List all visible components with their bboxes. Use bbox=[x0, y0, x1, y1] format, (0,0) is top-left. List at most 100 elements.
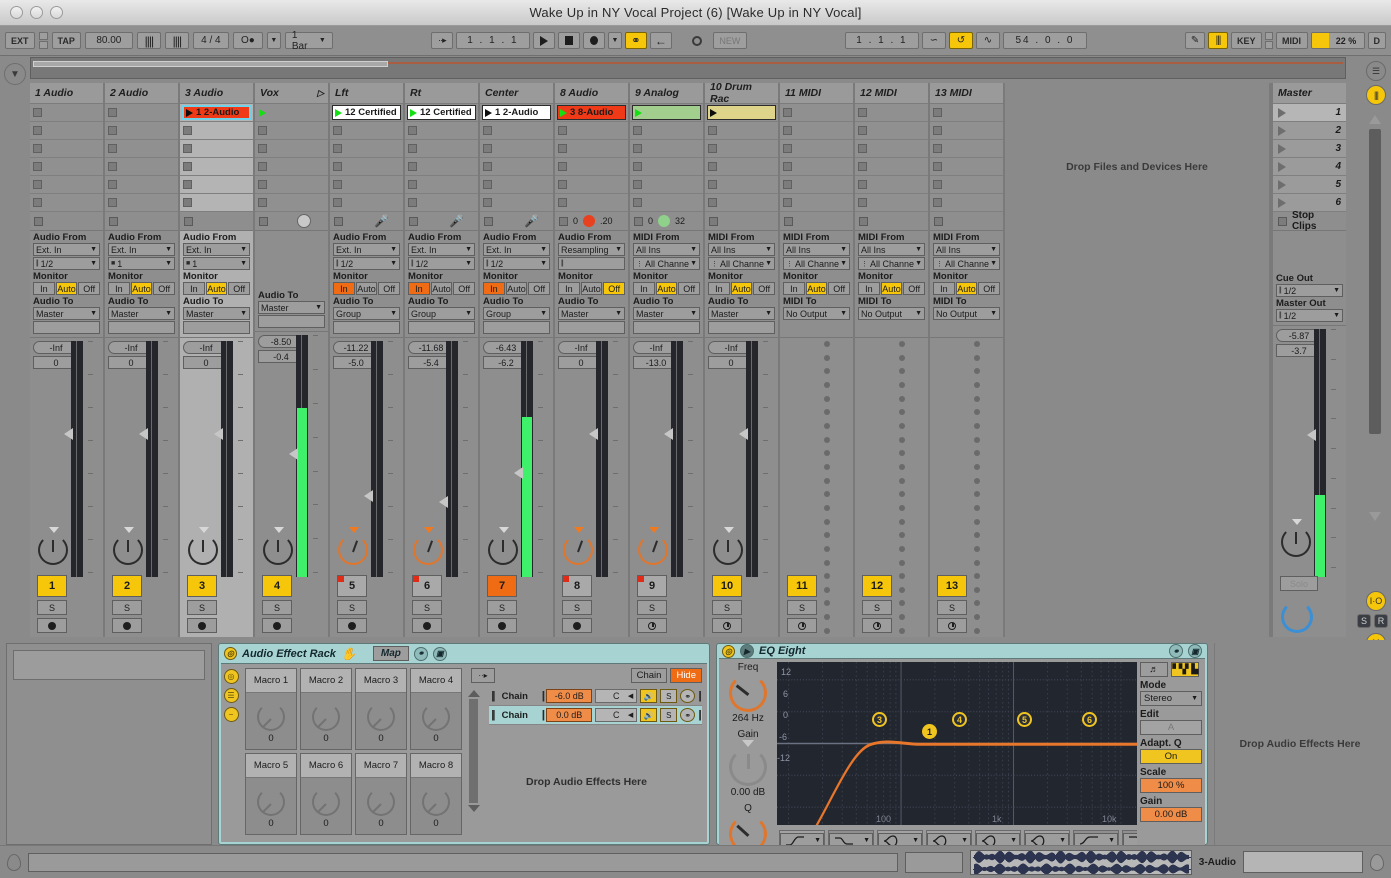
input-source-select[interactable]: Ext. In ▼ bbox=[33, 243, 100, 256]
clip-slot[interactable] bbox=[630, 122, 703, 140]
clip-stop-button[interactable] bbox=[108, 198, 117, 207]
clip-slot[interactable] bbox=[255, 176, 328, 194]
session-record-button[interactable]: ⚭ bbox=[625, 32, 647, 49]
track-mixer-8[interactable]: -Inf 0 8 S bbox=[555, 338, 628, 637]
monitor-buttons[interactable]: In Auto Off bbox=[783, 282, 850, 295]
eq-node-1[interactable]: 1 bbox=[922, 724, 937, 739]
macro-control-6[interactable]: Macro 6 0 bbox=[300, 753, 352, 835]
track-stop-button[interactable] bbox=[334, 217, 343, 226]
monitor-auto-button[interactable]: Auto bbox=[881, 282, 903, 295]
monitor-in-button[interactable]: In bbox=[558, 282, 580, 295]
clip-stop-button[interactable] bbox=[633, 162, 642, 171]
clip-slot[interactable] bbox=[480, 122, 553, 140]
monitor-auto-button[interactable]: Auto bbox=[581, 282, 603, 295]
clip-stop-button[interactable] bbox=[108, 108, 117, 117]
chain-solo-button[interactable]: S bbox=[660, 708, 677, 722]
loop-group[interactable]: 1 . 1 . 1 ∽ ↺ ∿ 54 . 0 . 0 bbox=[845, 32, 1087, 49]
clip-stop-button[interactable] bbox=[933, 180, 942, 189]
rack-save-icon[interactable]: ▣ bbox=[433, 647, 447, 661]
track-mixer-13[interactable]: 13 S bbox=[930, 338, 1003, 637]
monitor-auto-button[interactable]: Auto bbox=[56, 282, 78, 295]
macro-control-4[interactable]: Macro 4 0 bbox=[410, 668, 462, 750]
track-9[interactable]: 9 Analog 0 32MIDI From All Ins ▼ ⋮ bbox=[630, 83, 705, 637]
track-activator-button[interactable]: 5 bbox=[337, 575, 367, 597]
output-channel-select[interactable] bbox=[183, 321, 250, 334]
macro-control-8[interactable]: Macro 8 0 bbox=[410, 753, 462, 835]
clip-slot[interactable] bbox=[105, 122, 178, 140]
clip-slot[interactable] bbox=[255, 104, 328, 122]
clip-slot[interactable] bbox=[105, 158, 178, 176]
clip-stop-button[interactable] bbox=[183, 198, 192, 207]
solo-button[interactable]: S bbox=[787, 600, 817, 615]
clip-stop-button[interactable] bbox=[33, 126, 42, 135]
loop-length-field[interactable]: 54 . 0 . 0 bbox=[1003, 32, 1087, 49]
arm-button[interactable] bbox=[262, 618, 292, 633]
draw-mode-icon[interactable]: ✎ bbox=[1185, 32, 1205, 49]
monitor-in-button[interactable]: In bbox=[633, 282, 655, 295]
clip-stop-button[interactable] bbox=[558, 198, 567, 207]
input-channel-select[interactable]: ⋮ All Channe ▼ bbox=[708, 257, 775, 270]
clip-slot[interactable] bbox=[930, 140, 1003, 158]
input-channel-select[interactable]: ⋮ All Channe ▼ bbox=[783, 257, 850, 270]
loop-start-field[interactable]: 1 . 1 . 1 bbox=[845, 32, 919, 49]
hide-chains-button[interactable]: Hide bbox=[670, 668, 702, 683]
input-channel-select[interactable]: || 1/2 ▼ bbox=[333, 257, 400, 270]
arm-button[interactable] bbox=[187, 618, 217, 633]
eq-analyzer-icon[interactable]: ▘▚▘▙ bbox=[1171, 662, 1199, 677]
overview-selection[interactable] bbox=[33, 61, 388, 67]
time-signature-field[interactable]: 4 / 4 bbox=[193, 32, 229, 49]
output-channel-select[interactable] bbox=[333, 321, 400, 334]
tap-tempo-button[interactable]: TAP bbox=[52, 32, 81, 49]
clip-stop-button[interactable] bbox=[258, 198, 267, 207]
volume-fader[interactable] bbox=[439, 496, 448, 508]
input-channel-select[interactable]: || 1/2 ▼ bbox=[33, 257, 100, 270]
track-activator-button[interactable]: 11 bbox=[787, 575, 817, 597]
track-6[interactable]: Rt 12 Certified 🎤Audio From Ext. In ▼ ||… bbox=[405, 83, 480, 637]
clip-slot[interactable] bbox=[30, 140, 103, 158]
clip-stop-button[interactable] bbox=[33, 180, 42, 189]
track-io-10[interactable]: MIDI From All Ins ▼ ⋮ All Channe ▼ Monit… bbox=[705, 231, 778, 338]
record-quant-chevron-icon[interactable]: ▼ bbox=[267, 32, 281, 49]
monitor-off-button[interactable]: Off bbox=[903, 282, 925, 295]
monitor-auto-button[interactable]: Auto bbox=[206, 282, 228, 295]
solo-button[interactable]: S bbox=[937, 600, 967, 615]
eq-audition-icon[interactable]: ♬ bbox=[1140, 662, 1168, 677]
clip-stop-button[interactable] bbox=[258, 180, 267, 189]
eq-save-icon[interactable]: ▣ bbox=[1188, 644, 1202, 658]
clip-stop-button[interactable] bbox=[933, 126, 942, 135]
monitor-off-button[interactable]: Off bbox=[678, 282, 700, 295]
track-activator-button[interactable]: 10 bbox=[712, 575, 742, 597]
output-select[interactable]: No Output ▼ bbox=[858, 307, 925, 320]
monitor-buttons[interactable]: In Auto Off bbox=[558, 282, 625, 295]
track-title-11[interactable]: 11 MIDI bbox=[780, 83, 853, 104]
metronome-volume[interactable]: |||| bbox=[165, 32, 189, 49]
track-stop-button[interactable] bbox=[259, 217, 268, 226]
track-io-1[interactable]: Audio From Ext. In ▼ || 1/2 ▼ Monitor In… bbox=[30, 231, 103, 338]
stop-clips-row[interactable]: Stop Clips bbox=[1273, 212, 1346, 231]
clip-stop-button[interactable] bbox=[33, 108, 42, 117]
output-channel-select[interactable] bbox=[708, 321, 775, 334]
master-mixer[interactable]: -5.87 -3.7 Solo bbox=[1273, 326, 1346, 637]
clip-slot[interactable] bbox=[930, 122, 1003, 140]
track-title-9[interactable]: 9 Analog bbox=[630, 83, 703, 104]
clip-slot[interactable] bbox=[480, 194, 553, 212]
punch-out-icon[interactable]: ∿ bbox=[976, 32, 1000, 49]
clip-slot[interactable] bbox=[480, 158, 553, 176]
chain-solo-button[interactable]: S bbox=[660, 689, 677, 703]
clip-stop-button[interactable] bbox=[108, 180, 117, 189]
eq-node-3[interactable]: 3 bbox=[872, 712, 887, 727]
pan-knob-wrap[interactable] bbox=[38, 535, 68, 565]
track-stop-row[interactable] bbox=[180, 212, 253, 231]
solo-button[interactable]: S bbox=[562, 600, 592, 615]
record-mode-chevron-icon[interactable]: ▼ bbox=[608, 32, 622, 49]
macro-knob[interactable] bbox=[367, 788, 395, 816]
clip-stop-button[interactable] bbox=[558, 126, 567, 135]
cue-volume-knob[interactable] bbox=[1281, 601, 1313, 633]
clip-slot[interactable] bbox=[180, 122, 253, 140]
device-drop-area[interactable]: Drop Audio Effects Here bbox=[1214, 643, 1385, 845]
chain-activator-icon[interactable]: 🔊 bbox=[640, 708, 657, 722]
scene-row[interactable]: 4 bbox=[1273, 158, 1346, 176]
arm-button[interactable] bbox=[37, 618, 67, 633]
clip-play-icon[interactable] bbox=[186, 109, 193, 117]
clip-view-panel[interactable] bbox=[6, 643, 212, 845]
